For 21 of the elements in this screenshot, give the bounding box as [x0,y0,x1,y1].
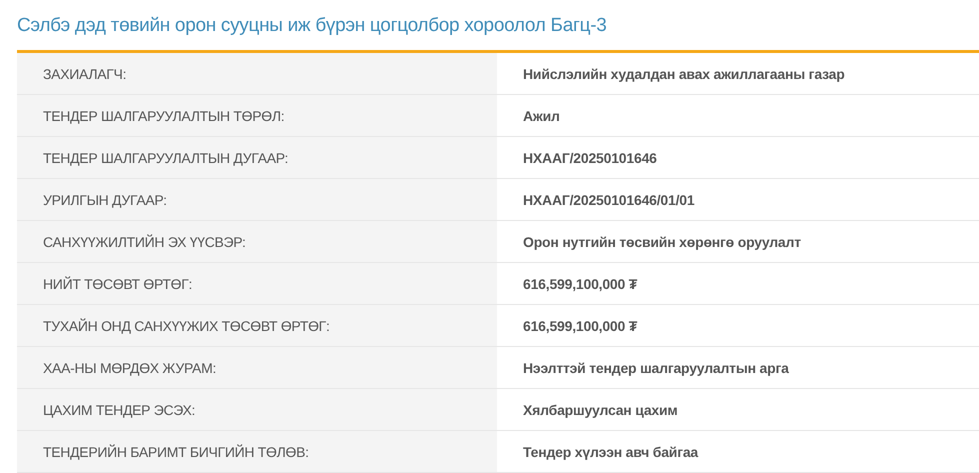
page-title: Сэлбэ дэд төвийн орон сууцны иж бүрэн цогцолбор хороолол Багц-3 [16,14,608,37]
field-label: ЗАХИАЛАГЧ: [17,53,497,94]
field-label: ХАА-НЫ МӨРДӨХ ЖУРАМ: [17,347,497,388]
field-label: ТЕНДЕРИЙН БАРИМТ БИЧГИЙН ТӨЛӨВ: [17,431,497,472]
field-value: 616,599,100,000 ₮ [522,316,638,336]
field-value: Тендер хүлээн авч байгаа [522,442,700,462]
field-label: ТЕНДЕР ШАЛГАРУУЛАЛТЫН ТӨРӨЛ: [17,95,497,136]
field-value: Орон нутгийн төсвийн хөрөнгө оруулалт [522,232,802,252]
field-label: САНХҮҮЖИЛТИЙН ЭХ ҮҮСВЭР: [17,221,497,262]
field-label: ТЕНДЕР ШАЛГАРУУЛАЛТЫН ДУГААР: [17,137,497,178]
field-label: УРИЛГЫН ДУГААР: [17,179,497,220]
field-label: ЦАХИМ ТЕНДЕР ЭСЭХ: [17,389,497,430]
field-value: НХААГ/20250101646/01/01 [522,190,696,210]
field-value: Нийслэлийн худалдан авах ажиллагааны газар [522,64,846,84]
field-value: НХААГ/20250101646 [522,148,658,168]
field-value: Хялбаршуулсан цахим [522,400,679,420]
field-value: Нээлттэй тендер шалгаруулалтын арга [522,358,790,378]
field-label: ТУХАЙН ОНД САНХҮҮЖИХ ТӨСӨВТ ӨРТӨГ: [17,305,497,346]
field-label: НИЙТ ТӨСӨВТ ӨРТӨГ: [17,263,497,304]
field-value: 616,599,100,000 ₮ [522,274,638,294]
field-value: Ажил [522,106,561,126]
